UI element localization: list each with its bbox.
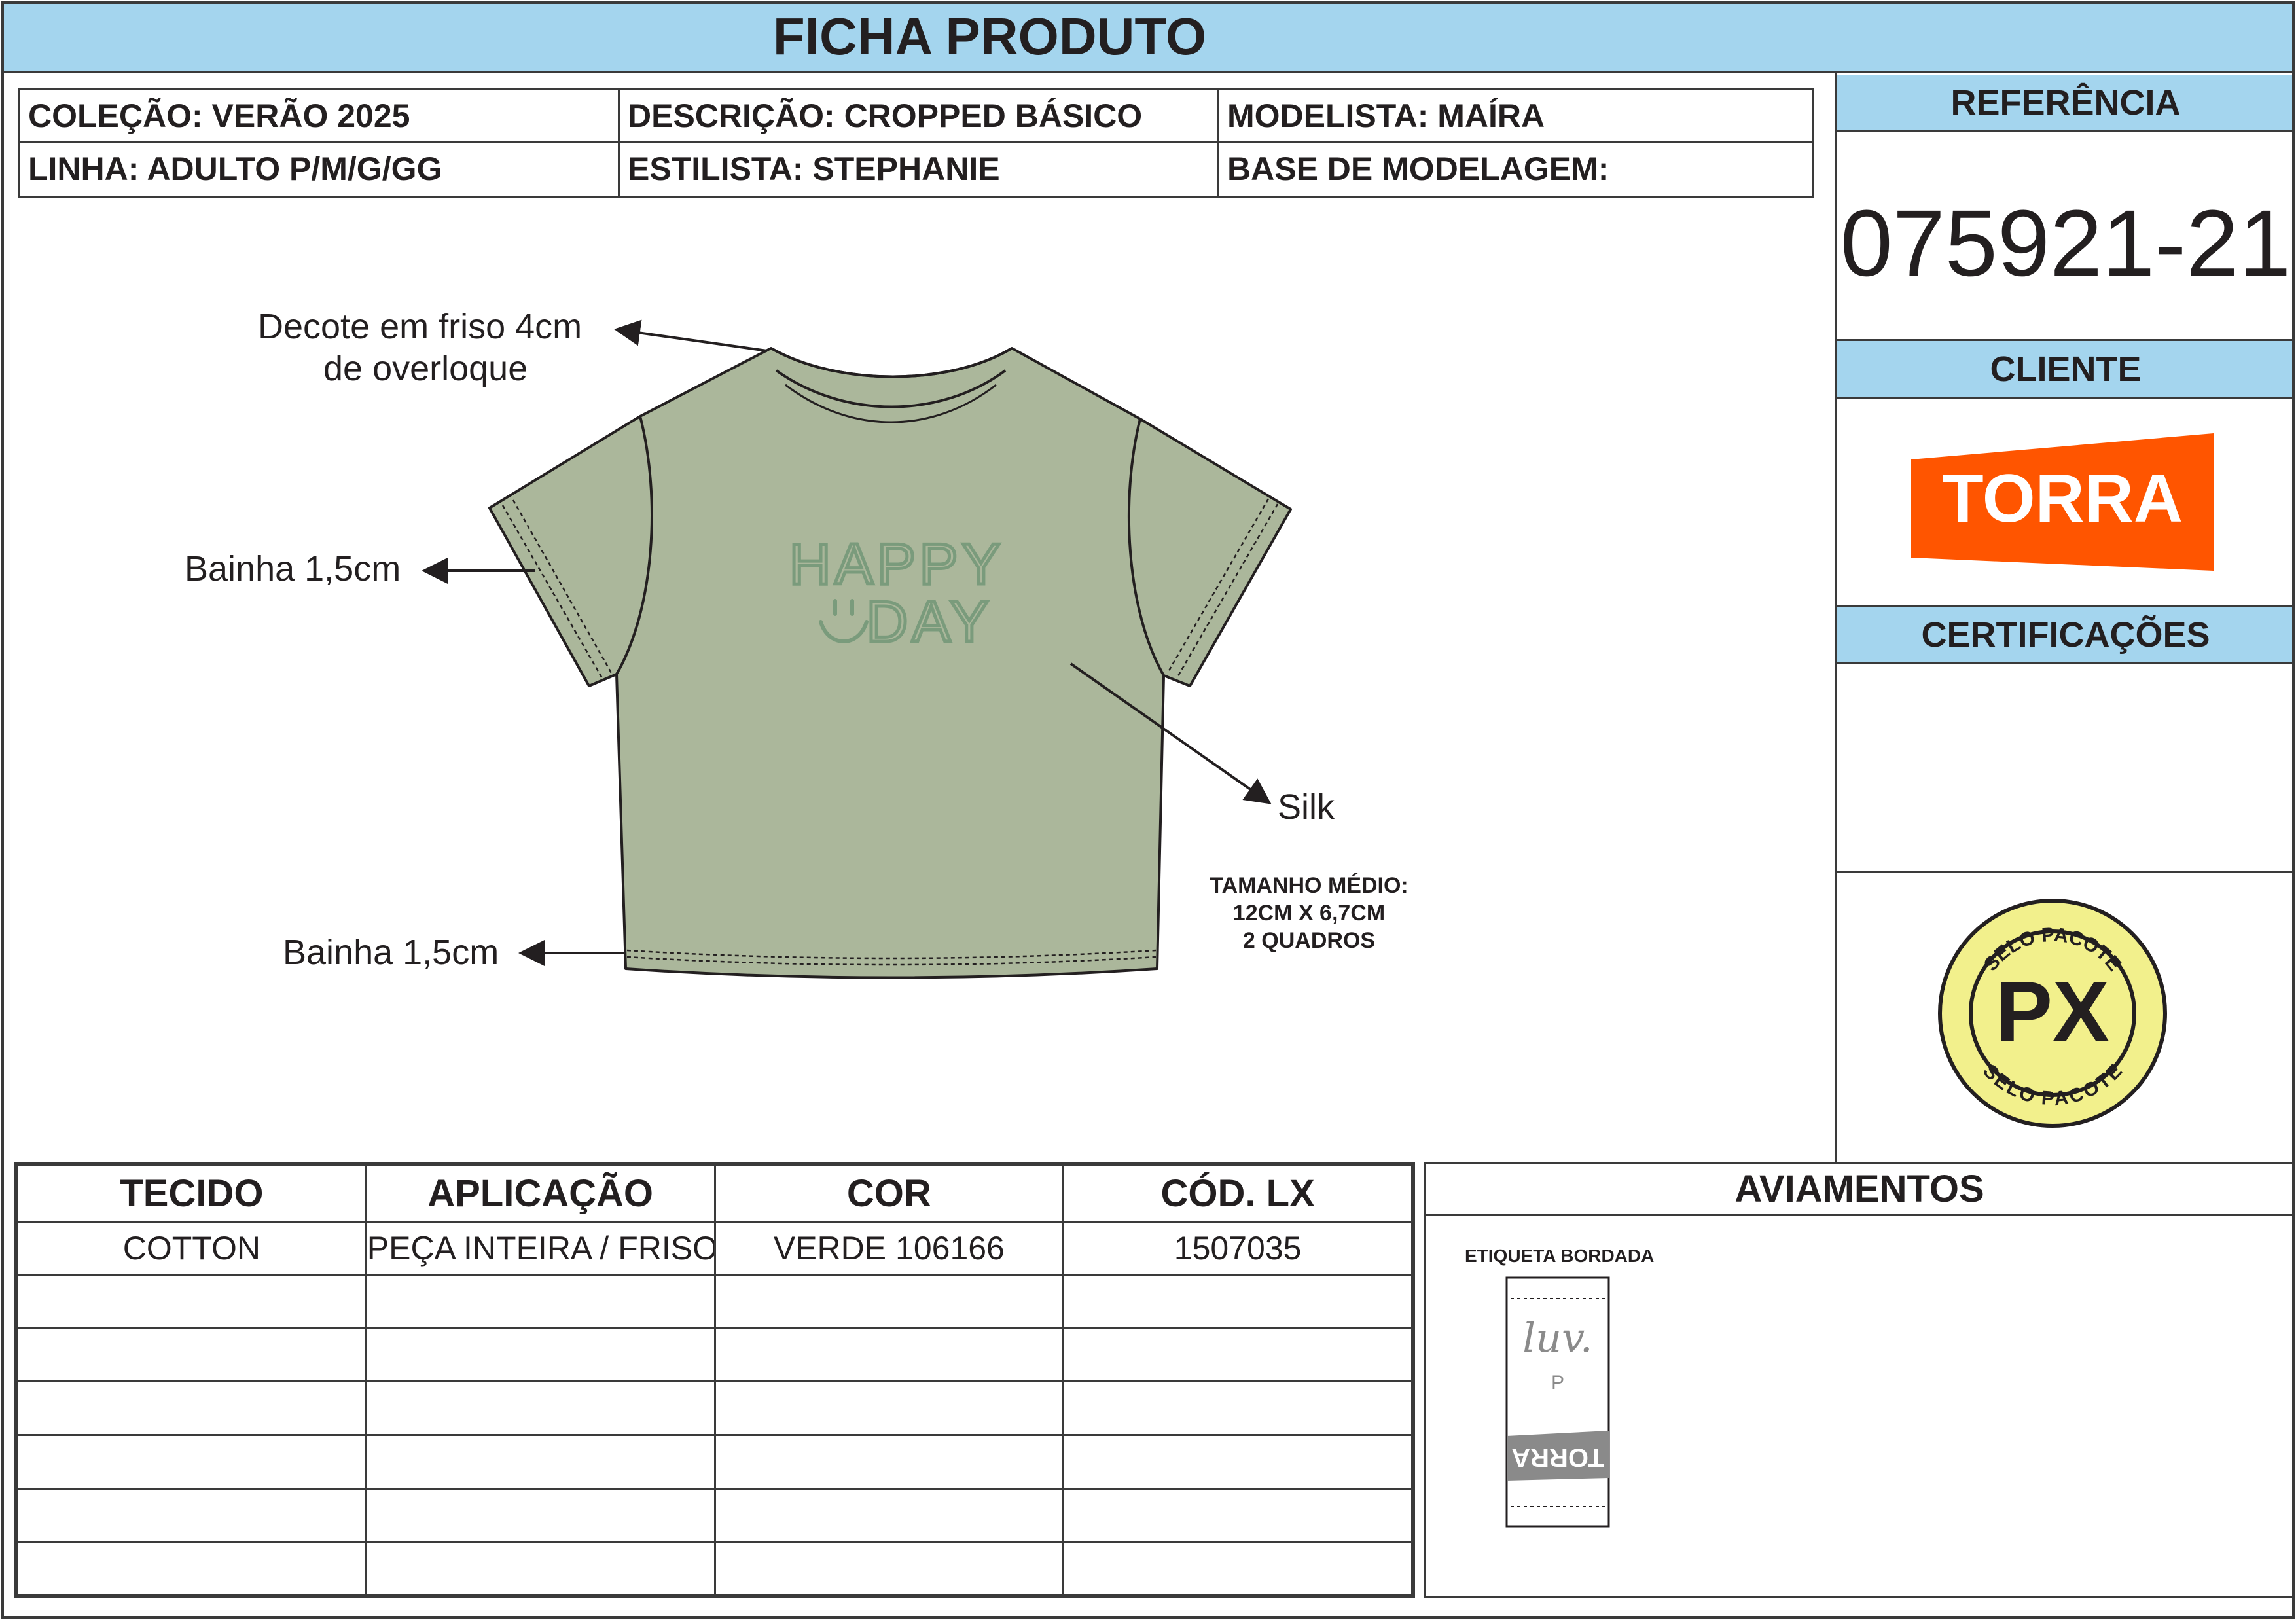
product-sheet: FICHA PRODUTO COLEÇÃO: VERÃO 2025 DESCRI… (0, 0, 2296, 1620)
page-border (1, 1, 2295, 1619)
